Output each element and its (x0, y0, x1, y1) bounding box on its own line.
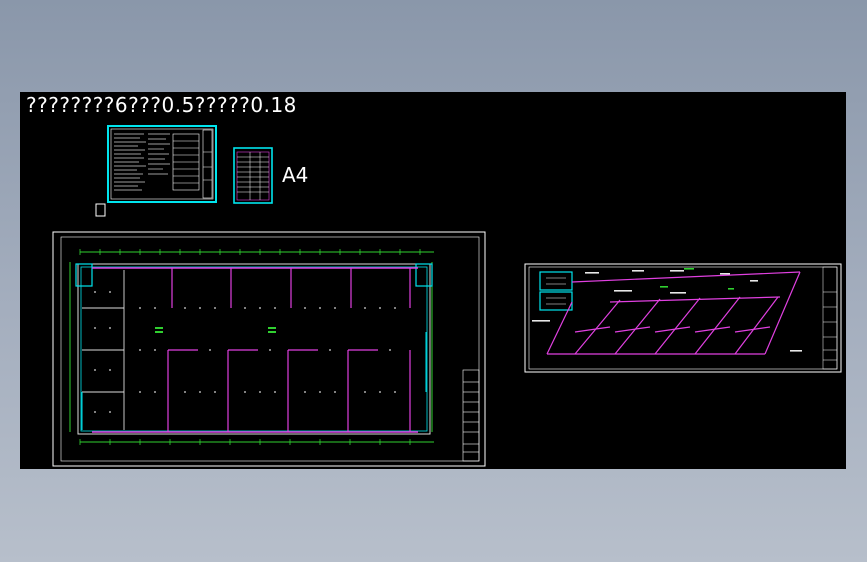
sprinkler-heads (94, 291, 396, 413)
room-tags (155, 327, 276, 333)
isometric-pipe-network (546, 271, 801, 355)
dimension-lines (69, 251, 434, 443)
cover-sheet-text-lines (114, 133, 170, 191)
interior-walls (82, 270, 125, 430)
a4-sheet-thumbnail[interactable] (233, 147, 273, 204)
floor-plan-title-block (462, 369, 480, 462)
insertion-marker (95, 203, 106, 217)
branch-pipes-bottom (167, 349, 411, 432)
column-markers (81, 332, 427, 430)
cad-viewport[interactable]: ????????6???0.5?????0.18 A4 (20, 92, 846, 469)
floor-plan-sheet[interactable] (52, 231, 486, 467)
system-diagram-sheet[interactable] (524, 263, 842, 373)
drawing-layer (52, 125, 842, 467)
system-title-block (822, 266, 838, 370)
cover-sheet-thumbnail[interactable] (107, 125, 217, 203)
pump-box-2 (539, 291, 573, 311)
dimension-ticks (79, 249, 421, 445)
branch-pipes-top (171, 268, 411, 308)
pump-box-1 (539, 271, 573, 291)
